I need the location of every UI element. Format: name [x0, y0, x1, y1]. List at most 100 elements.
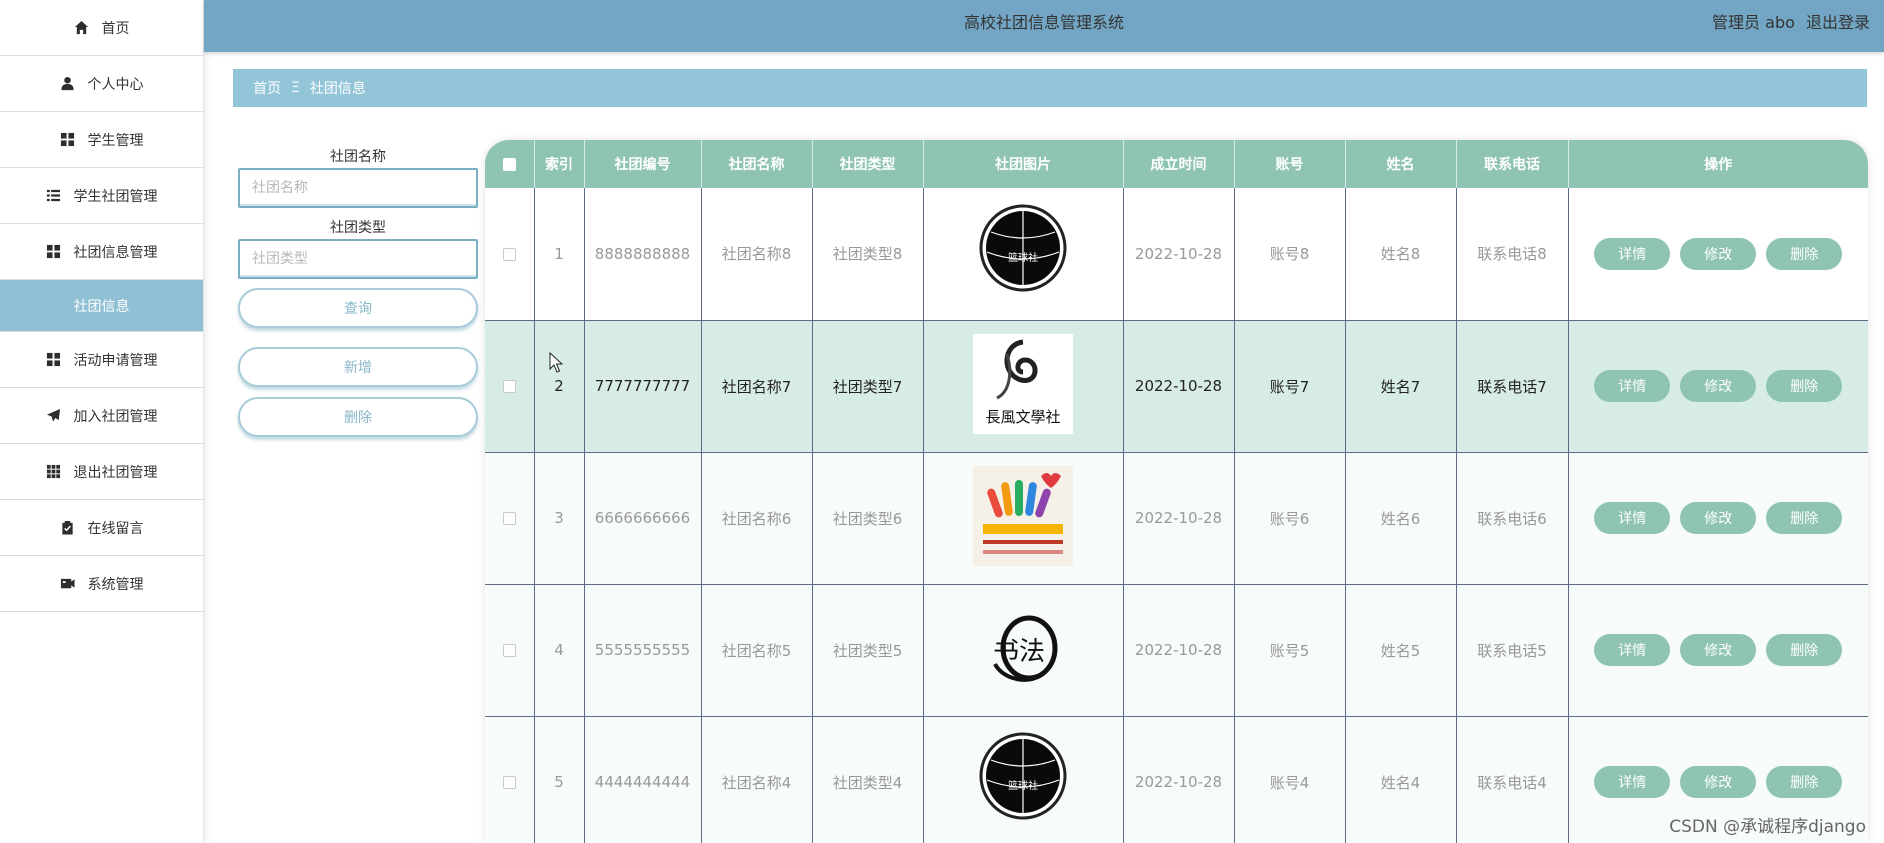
row-checkbox[interactable] — [502, 644, 516, 657]
delete-row-button[interactable]: 删除 — [1766, 502, 1843, 534]
cell-actions: 详情 修改 删除 — [1568, 188, 1868, 321]
column-header: 操作 — [1568, 140, 1868, 188]
club-type-label: 社团类型 — [330, 220, 386, 236]
logo-text: 书法 — [993, 637, 1045, 667]
column-header: 社团编号 — [584, 140, 702, 188]
table-row[interactable]: 3 6666666666 社团名称6 社团类型6 2022-10-28 账号6 … — [485, 452, 1868, 585]
column-header: 社团类型 — [812, 140, 924, 188]
table-row[interactable]: 4 5555555555 社团名称5 社团类型5 书法 2022-10-28 账… — [485, 584, 1868, 717]
top-bar: 高校社团信息管理系统 管理员 abo 退出登录 — [204, 0, 1884, 52]
row-checkbox[interactable] — [502, 776, 516, 789]
sidebar-item-student-club-management[interactable]: 学生社团管理 — [0, 168, 203, 224]
table-row[interactable]: 1 8888888888 社团名称8 社团类型8 篮球社 2022-10-28 … — [485, 188, 1868, 321]
cell-code: 7777777777 — [584, 320, 702, 453]
cell-date: 2022-10-28 — [1123, 716, 1235, 843]
cell-account: 账号7 — [1234, 320, 1346, 453]
sidebar-item-label: 在线留言 — [87, 520, 144, 537]
row-checkbox[interactable] — [502, 247, 516, 261]
admin-label: 管理员 abo — [1712, 13, 1795, 32]
cell-person: 姓名7 — [1345, 320, 1457, 453]
sidebar-item-system-management[interactable]: 系统管理 — [0, 556, 203, 612]
edit-button[interactable]: 修改 — [1680, 766, 1757, 798]
delete-row-button[interactable]: 删除 — [1766, 766, 1843, 798]
edit-button[interactable]: 修改 — [1680, 370, 1757, 402]
column-header: 姓名 — [1345, 140, 1457, 188]
sidebar-item-label: 个人中心 — [87, 76, 144, 93]
detail-button[interactable]: 详情 — [1594, 766, 1671, 798]
select-all-cell — [485, 140, 535, 188]
column-header: 社团图片 — [923, 140, 1124, 188]
grid-icon — [46, 352, 62, 368]
cell-name: 社团名称5 — [701, 584, 813, 717]
cell-image: 篮球社 — [923, 716, 1124, 843]
cell-index: 4 — [534, 584, 585, 717]
edit-button[interactable]: 修改 — [1680, 502, 1757, 534]
breadcrumb-home[interactable]: 首页 — [253, 78, 281, 98]
cell-image — [923, 452, 1124, 585]
table-row[interactable]: 2 7777777777 社团名称7 社团类型7 長風文學社 2022-10-2… — [485, 320, 1868, 453]
detail-button[interactable]: 详情 — [1594, 237, 1671, 270]
logout-link[interactable]: 退出登录 — [1806, 13, 1870, 32]
delete-row-button[interactable]: 删除 — [1766, 370, 1843, 402]
cell-index: 5 — [534, 716, 585, 843]
sidebar-item-label: 学生管理 — [87, 132, 144, 149]
sidebar-item-online-message[interactable]: 在线留言 — [0, 500, 203, 556]
sidebar-item-student-management[interactable]: 学生管理 — [0, 112, 203, 168]
cell-name: 社团名称7 — [701, 320, 813, 453]
logo-text: 篮球社 — [1008, 251, 1038, 264]
row-checkbox[interactable] — [502, 380, 516, 393]
sidebar-item-home[interactable]: 首页 — [0, 0, 203, 56]
sidebar-item-label: 退出社团管理 — [73, 464, 158, 481]
cell-name: 社团名称6 — [701, 452, 813, 585]
cell-account: 账号8 — [1234, 188, 1346, 321]
search-panel: 社团名称 社团类型 查询 新增 删除 — [238, 146, 478, 437]
sidebar-item-activity-application[interactable]: 活动申请管理 — [0, 332, 203, 388]
delete-row-button[interactable]: 删除 — [1766, 634, 1843, 666]
club-table: 索引 社团编号 社团名称 社团类型 社团图片 成立时间 账号 姓名 联系电话 操… — [485, 140, 1868, 843]
sidebar-item-personal-center[interactable]: 个人中心 — [0, 56, 203, 112]
club-name-input[interactable] — [238, 168, 478, 208]
detail-button[interactable]: 详情 — [1594, 634, 1671, 666]
query-button[interactable]: 查询 — [238, 288, 478, 328]
column-header: 社团名称 — [701, 140, 813, 188]
cell-image: 书法 — [923, 584, 1124, 717]
detail-button[interactable]: 详情 — [1594, 502, 1671, 534]
cell-type: 社团类型8 — [812, 188, 924, 321]
cell-code: 4444444444 — [584, 716, 702, 843]
add-button[interactable]: 新增 — [238, 347, 478, 387]
cell-type: 社团类型6 — [812, 452, 924, 585]
detail-button[interactable]: 详情 — [1594, 370, 1671, 402]
cell-image: 長風文學社 — [923, 320, 1124, 453]
calligraphy-club-logo: 书法 — [993, 615, 1058, 682]
sidebar-item-club-info-management[interactable]: 社团信息管理 — [0, 224, 203, 280]
select-all-checkbox[interactable] — [502, 157, 516, 171]
club-type-input[interactable] — [238, 239, 478, 279]
sidebar-item-join-club[interactable]: 加入社团管理 — [0, 388, 203, 444]
cell-actions: 详情 修改 删除 — [1568, 452, 1868, 585]
cell-type: 社团类型4 — [812, 716, 924, 843]
cell-actions: 详情 修改 删除 — [1568, 320, 1868, 453]
edit-button[interactable]: 修改 — [1680, 237, 1757, 270]
column-header: 联系电话 — [1456, 140, 1569, 188]
cell-type: 社团类型5 — [812, 584, 924, 717]
mouse-cursor-icon — [549, 352, 563, 373]
club-name-label: 社团名称 — [330, 149, 386, 165]
sidebar-item-label: 社团信息 — [73, 298, 130, 315]
sidebar-item-label: 系统管理 — [87, 576, 144, 593]
logo-text: 長風文學社 — [985, 408, 1060, 426]
sidebar-item-club-info[interactable]: 社团信息 — [0, 280, 203, 332]
cell-image: 篮球社 — [923, 188, 1124, 321]
sidebar: 首页 个人中心 学生管理 学生社团管理 社团信息管理 社团信息 活动申请管理 加… — [0, 0, 204, 843]
cell-phone: 联系电话4 — [1456, 716, 1569, 843]
delete-row-button[interactable]: 删除 — [1766, 237, 1843, 270]
cell-index: 1 — [534, 188, 585, 321]
table-row[interactable]: 5 4444444444 社团名称4 社团类型4 篮球社 2022-10-28 … — [485, 716, 1868, 843]
column-header: 成立时间 — [1123, 140, 1235, 188]
delete-button[interactable]: 删除 — [238, 397, 478, 437]
sidebar-item-quit-club[interactable]: 退出社团管理 — [0, 444, 203, 500]
row-checkbox[interactable] — [502, 512, 516, 525]
apps-icon — [46, 464, 62, 480]
cell-index: 2 — [534, 320, 585, 453]
clipboard-icon — [60, 520, 76, 536]
edit-button[interactable]: 修改 — [1680, 634, 1757, 666]
